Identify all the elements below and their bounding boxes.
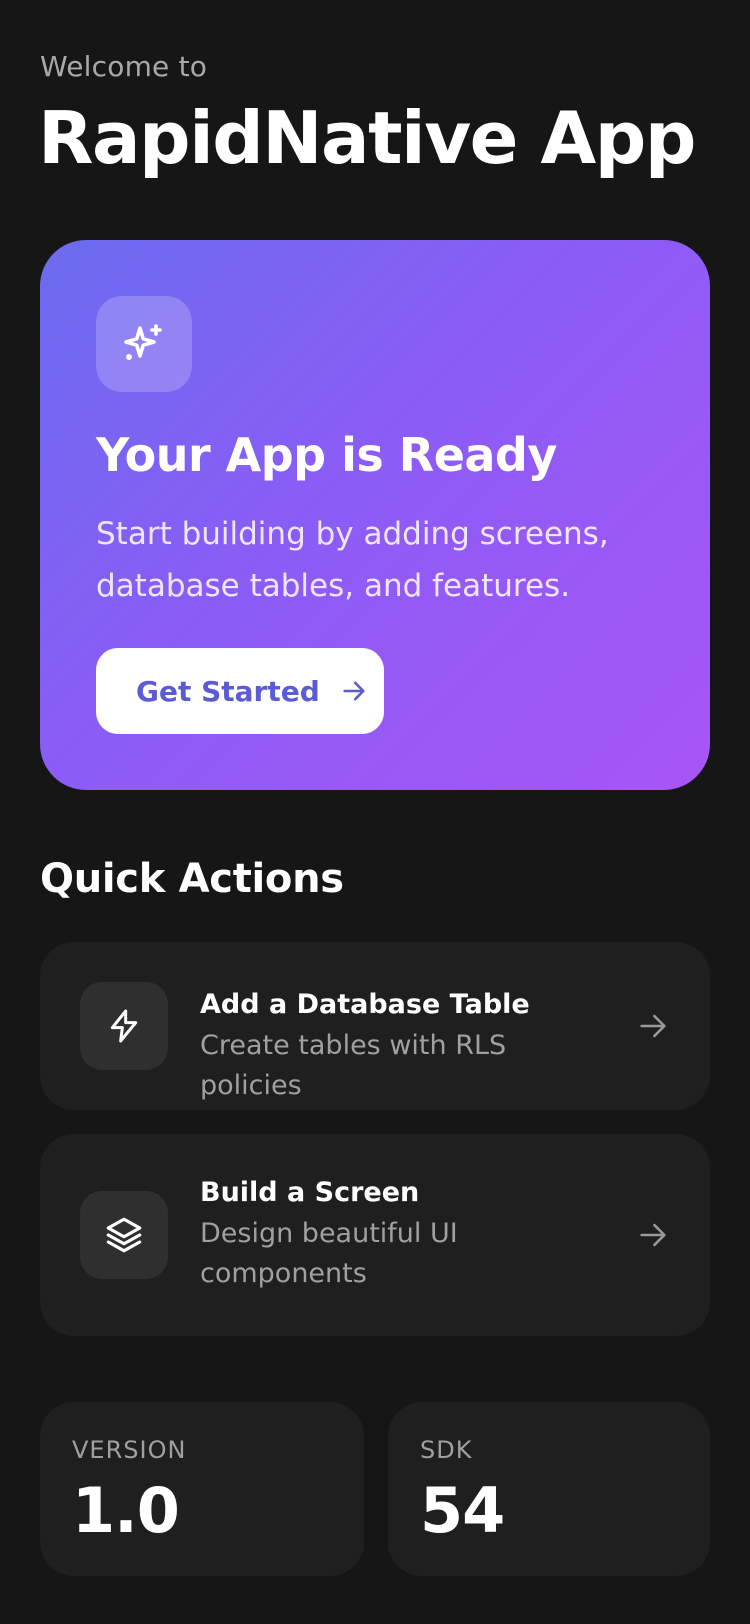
get-started-button[interactable]: Get Started: [96, 648, 384, 734]
stat-label: VERSION: [72, 1436, 187, 1464]
sparkles-icon: [96, 296, 192, 392]
version-stat-card: VERSION 1.0: [40, 1402, 364, 1576]
action-text: Build a Screen Design beautiful UI compo…: [200, 1176, 600, 1294]
action-subtitle: Create tables with RLS policies: [200, 1030, 507, 1101]
hero-description: Start building by adding screens, databa…: [96, 516, 609, 604]
get-started-label: Get Started: [136, 674, 320, 708]
action-subtitle: Design beautiful UI components: [200, 1218, 458, 1289]
quick-actions-title: Quick Actions: [40, 856, 344, 902]
sdk-stat-card: SDK 54: [388, 1402, 710, 1576]
stat-value: 54: [420, 1474, 505, 1547]
lightning-icon: [80, 982, 168, 1070]
stat-label: SDK: [420, 1436, 473, 1464]
home-screen: Welcome to RapidNative App Your App is R…: [0, 0, 750, 1624]
layers-icon: [80, 1191, 168, 1279]
arrow-right-icon: [636, 1009, 670, 1043]
build-screen-card[interactable]: Build a Screen Design beautiful UI compo…: [40, 1134, 710, 1336]
welcome-label: Welcome to: [40, 50, 208, 83]
hero-title: Your App is Ready: [96, 428, 557, 482]
action-title: Add a Database Table: [200, 989, 530, 1020]
action-title: Build a Screen: [200, 1177, 420, 1208]
add-database-table-card[interactable]: Add a Database Table Create tables with …: [40, 942, 710, 1110]
hero-card: Your App is Ready Start building by addi…: [40, 240, 710, 790]
action-text: Add a Database Table Create tables with …: [200, 988, 600, 1106]
stat-value: 1.0: [72, 1474, 180, 1547]
arrow-right-icon: [636, 1218, 670, 1252]
app-title: RapidNative App: [38, 96, 696, 180]
arrow-right-icon: [340, 677, 368, 705]
